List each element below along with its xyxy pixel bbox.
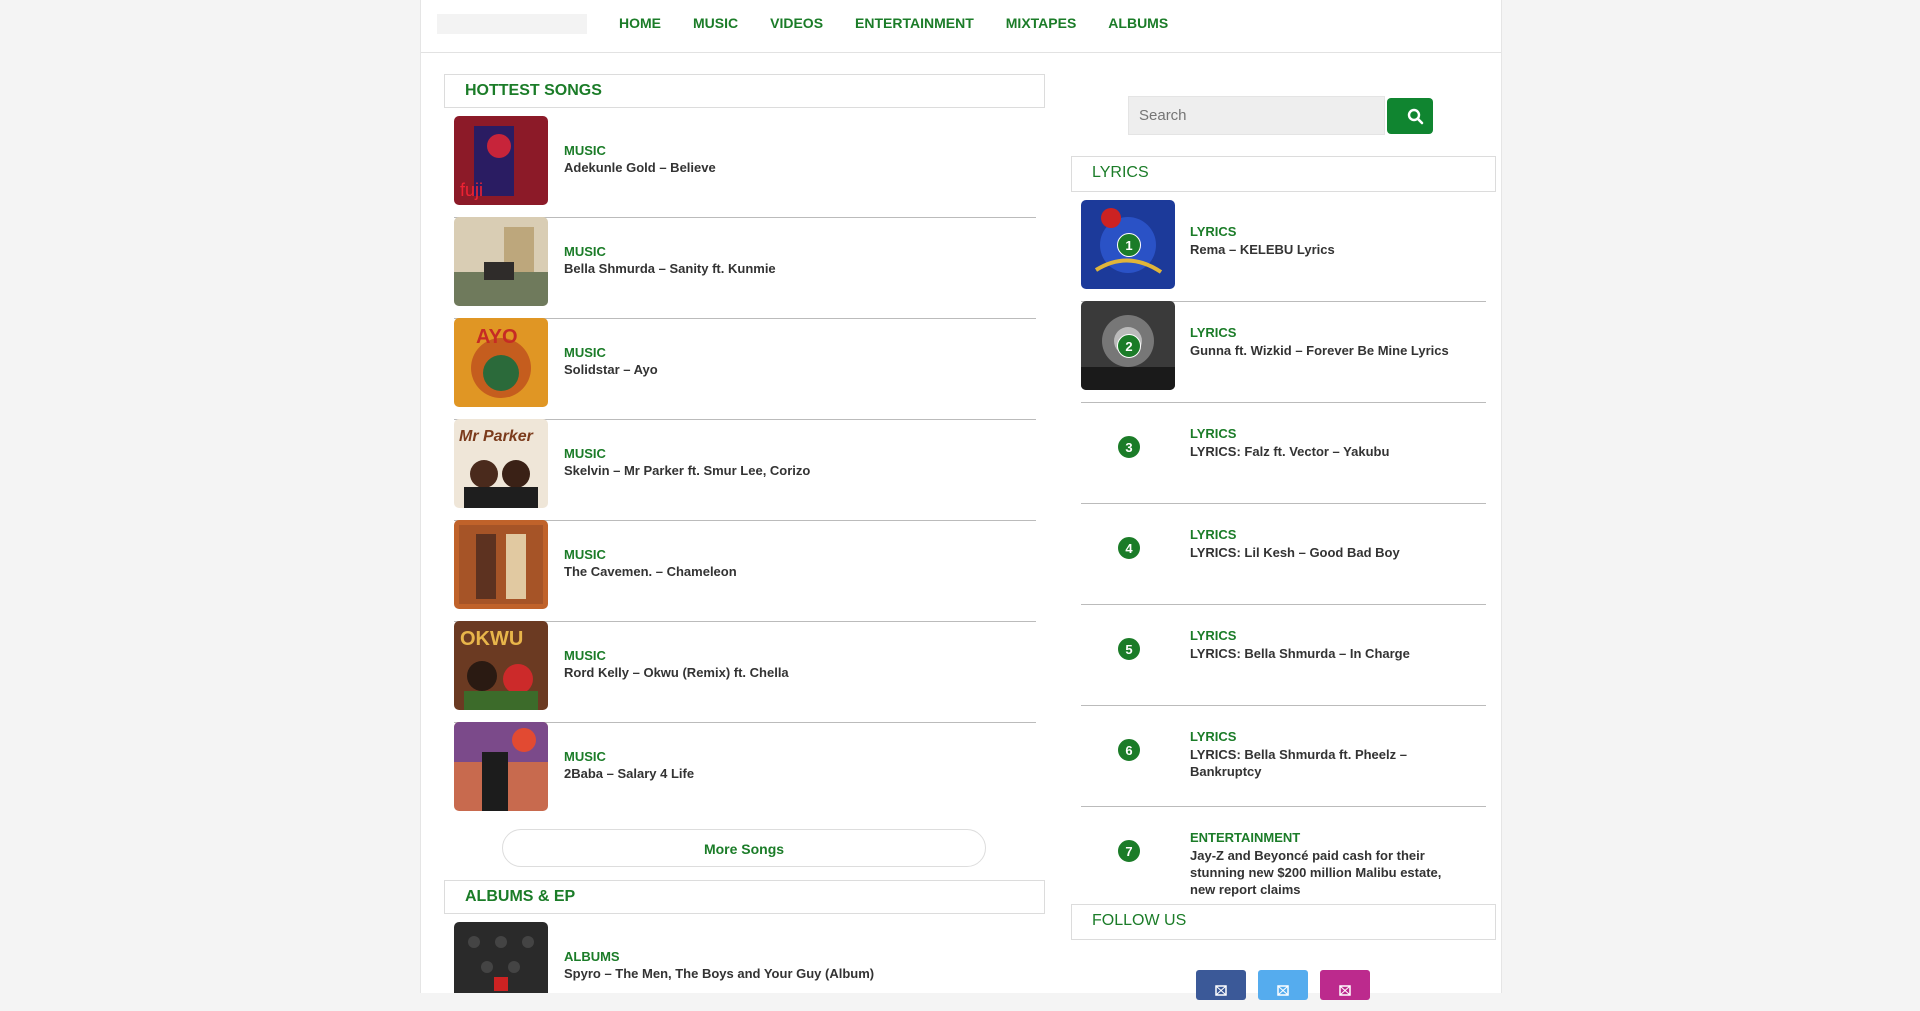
song-title[interactable]: Rord Kelly – Okwu (Remix) ft. Chella (564, 665, 789, 680)
header-bar: HOME MUSIC VIDEOS ENTERTAINMENT MIXTAPES… (421, 0, 1501, 53)
album-category[interactable]: ALBUMS (564, 949, 620, 964)
twitter-icon (1277, 985, 1289, 996)
song-title[interactable]: Solidstar – Ayo (564, 362, 658, 377)
song-category[interactable]: MUSIC (564, 749, 606, 764)
follow-heading: FOLLOW US (1071, 904, 1496, 940)
lyrics-title[interactable]: LYRICS: Falz ft. Vector – Yakubu (1190, 443, 1460, 460)
hottest-songs-title: HOTTEST SONGS (465, 82, 602, 99)
rank-badge: 1 (1117, 233, 1141, 257)
search-icon (1407, 108, 1424, 125)
album-title[interactable]: Spyro – The Men, The Boys and Your Guy (… (564, 966, 874, 981)
song-category[interactable]: MUSIC (564, 345, 606, 360)
rank-badge: 5 (1117, 637, 1141, 661)
site-logo[interactable] (437, 14, 587, 34)
song-category[interactable]: MUSIC (564, 244, 606, 259)
instagram-button[interactable] (1320, 970, 1370, 1000)
facebook-button[interactable] (1196, 970, 1246, 1000)
search-input[interactable] (1128, 96, 1385, 135)
albums-heading: ALBUMS & EP (444, 880, 1045, 914)
rank-badge: 7 (1117, 839, 1141, 863)
lyrics-item[interactable]: 1 LYRICS Rema – KELEBU Lyrics (1081, 200, 1486, 302)
song-category[interactable]: MUSIC (564, 648, 606, 663)
lyrics-category[interactable]: LYRICS (1190, 426, 1236, 441)
lyrics-title[interactable]: Jay-Z and Beyoncé paid cash for their st… (1190, 847, 1460, 898)
lyrics-item[interactable]: 5 LYRICS LYRICS: Bella Shmurda – In Char… (1081, 604, 1486, 706)
album-cover[interactable] (454, 922, 548, 993)
lyrics-title[interactable]: Rema – KELEBU Lyrics (1190, 241, 1460, 258)
svg-text:fuji: fuji (460, 180, 483, 200)
nav-mixtapes[interactable]: MIXTAPES (1006, 15, 1077, 31)
rank-badge: 4 (1117, 536, 1141, 560)
nav-home[interactable]: HOME (619, 15, 661, 31)
lyrics-item[interactable]: 2 LYRICS Gunna ft. Wizkid – Forever Be M… (1081, 301, 1486, 403)
song-category[interactable]: MUSIC (564, 446, 606, 461)
search-button[interactable] (1387, 98, 1433, 134)
song-category[interactable]: MUSIC (564, 547, 606, 562)
song-item[interactable]: MUSIC Bella Shmurda – Sanity ft. Kunmie (454, 217, 1036, 319)
rank-badge: 2 (1117, 334, 1141, 358)
song-category[interactable]: MUSIC (564, 143, 606, 158)
lyrics-title[interactable]: LYRICS: Lil Kesh – Good Bad Boy (1190, 544, 1460, 561)
svg-text:AYO: AYO (476, 326, 518, 348)
song-item[interactable]: MUSIC The Cavemen. – Chameleon (454, 520, 1036, 622)
main-nav: HOME MUSIC VIDEOS ENTERTAINMENT MIXTAPES… (619, 15, 1168, 31)
nav-entertainment[interactable]: ENTERTAINMENT (855, 15, 974, 31)
lyrics-heading: LYRICS (1071, 156, 1496, 192)
song-title[interactable]: The Cavemen. – Chameleon (564, 564, 737, 579)
song-title[interactable]: Skelvin – Mr Parker ft. Smur Lee, Corizo (564, 463, 810, 478)
song-item[interactable]: fuji MUSIC Adekunle Gold – Believe (454, 116, 1036, 218)
song-title[interactable]: Adekunle Gold – Believe (564, 160, 716, 175)
song-cover[interactable]: AYO (454, 318, 548, 407)
lyrics-title[interactable]: LYRICS: Bella Shmurda – In Charge (1190, 645, 1460, 662)
rank-badge: 6 (1117, 738, 1141, 762)
song-cover[interactable] (454, 722, 548, 811)
hottest-songs-heading: HOTTEST SONGS (444, 74, 1045, 108)
albums-title: ALBUMS & EP (465, 888, 576, 905)
lyrics-category[interactable]: LYRICS (1190, 628, 1236, 643)
song-item[interactable]: MUSIC 2Baba – Salary 4 Life (454, 722, 1036, 823)
song-title[interactable]: Bella Shmurda – Sanity ft. Kunmie (564, 261, 776, 276)
lyrics-category[interactable]: ENTERTAINMENT (1190, 830, 1300, 845)
song-item[interactable]: AYO MUSIC Solidstar – Ayo (454, 318, 1036, 420)
song-cover[interactable] (454, 217, 548, 306)
lyrics-item[interactable]: 4 LYRICS LYRICS: Lil Kesh – Good Bad Boy (1081, 503, 1486, 605)
lyrics-title[interactable]: LYRICS: Bella Shmurda ft. Pheelz – Bankr… (1190, 746, 1460, 780)
song-title[interactable]: 2Baba – Salary 4 Life (564, 766, 694, 781)
nav-albums[interactable]: ALBUMS (1108, 15, 1168, 31)
svg-text:OKWU: OKWU (460, 628, 523, 650)
more-songs-button[interactable]: More Songs (502, 829, 986, 867)
nav-videos[interactable]: VIDEOS (770, 15, 823, 31)
song-cover[interactable]: fuji (454, 116, 548, 205)
lyrics-item[interactable]: 6 LYRICS LYRICS: Bella Shmurda ft. Pheel… (1081, 705, 1486, 807)
lyrics-item[interactable]: 3 LYRICS LYRICS: Falz ft. Vector – Yakub… (1081, 402, 1486, 504)
lyrics-category[interactable]: LYRICS (1190, 325, 1236, 340)
album-item[interactable]: ALBUMS Spyro – The Men, The Boys and You… (454, 922, 1036, 993)
song-cover[interactable]: OKWU (454, 621, 548, 710)
lyrics-category[interactable]: LYRICS (1190, 224, 1236, 239)
lyrics-category[interactable]: LYRICS (1190, 527, 1236, 542)
lyrics-title[interactable]: Gunna ft. Wizkid – Forever Be Mine Lyric… (1190, 342, 1460, 359)
song-item[interactable]: Mr Parker MUSIC Skelvin – Mr Parker ft. … (454, 419, 1036, 521)
song-cover[interactable]: Mr Parker (454, 419, 548, 508)
lyrics-category[interactable]: LYRICS (1190, 729, 1236, 744)
rank-badge: 3 (1117, 435, 1141, 459)
svg-text:Mr Parker: Mr Parker (459, 428, 534, 445)
lyrics-title: LYRICS (1092, 164, 1149, 181)
lyrics-item[interactable]: 7 ENTERTAINMENT Jay-Z and Beyoncé paid c… (1081, 806, 1486, 902)
follow-title: FOLLOW US (1092, 912, 1187, 929)
facebook-icon (1215, 985, 1227, 996)
nav-music[interactable]: MUSIC (693, 15, 738, 31)
song-cover[interactable] (454, 520, 548, 609)
twitter-button[interactable] (1258, 970, 1308, 1000)
instagram-icon (1339, 985, 1351, 996)
song-item[interactable]: OKWU MUSIC Rord Kelly – Okwu (Remix) ft.… (454, 621, 1036, 723)
